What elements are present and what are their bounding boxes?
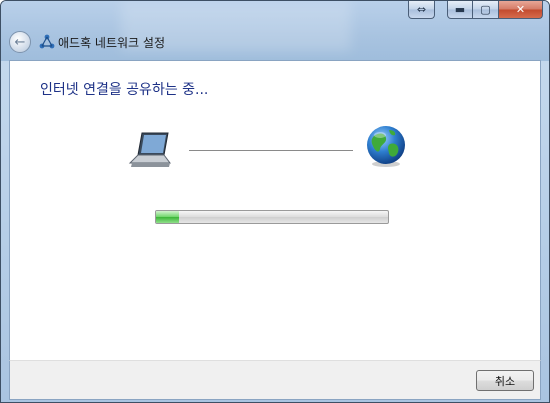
- wizard-footer: 취소: [9, 360, 541, 400]
- progress-fill: [156, 211, 180, 223]
- back-arrow-icon: ←: [14, 34, 26, 50]
- snap-button[interactable]: ⇔: [408, 1, 435, 19]
- close-icon: ✕: [515, 3, 526, 16]
- wizard-window: ⇔ ▬ ▢ ✕ ← 애드혹 네트워크 설정 인터넷 연결을 공유하는 중...: [0, 0, 550, 403]
- globe-icon: [367, 126, 405, 167]
- snap-icon: ⇔: [416, 3, 427, 16]
- connection-line: [189, 150, 353, 151]
- maximize-icon: ▢: [480, 3, 491, 16]
- page-heading: 인터넷 연결을 공유하는 중...: [40, 82, 209, 98]
- progress-bar: [155, 210, 389, 224]
- minimize-button[interactable]: ▬: [447, 1, 473, 19]
- close-button[interactable]: ✕: [499, 1, 543, 19]
- back-button[interactable]: ←: [9, 31, 31, 53]
- laptop-icon: [128, 132, 171, 167]
- network-icon: [39, 34, 55, 49]
- window-title: 애드혹 네트워크 설정: [58, 36, 165, 50]
- minimize-icon: ▬: [454, 3, 466, 16]
- content-area: 인터넷 연결을 공유하는 중...: [9, 60, 541, 361]
- caption-buttons: ⇔ ▬ ▢ ✕: [408, 1, 543, 19]
- cancel-button[interactable]: 취소: [476, 370, 534, 391]
- maximize-button[interactable]: ▢: [473, 1, 499, 19]
- wizard-header: ← 애드혹 네트워크 설정: [1, 26, 549, 60]
